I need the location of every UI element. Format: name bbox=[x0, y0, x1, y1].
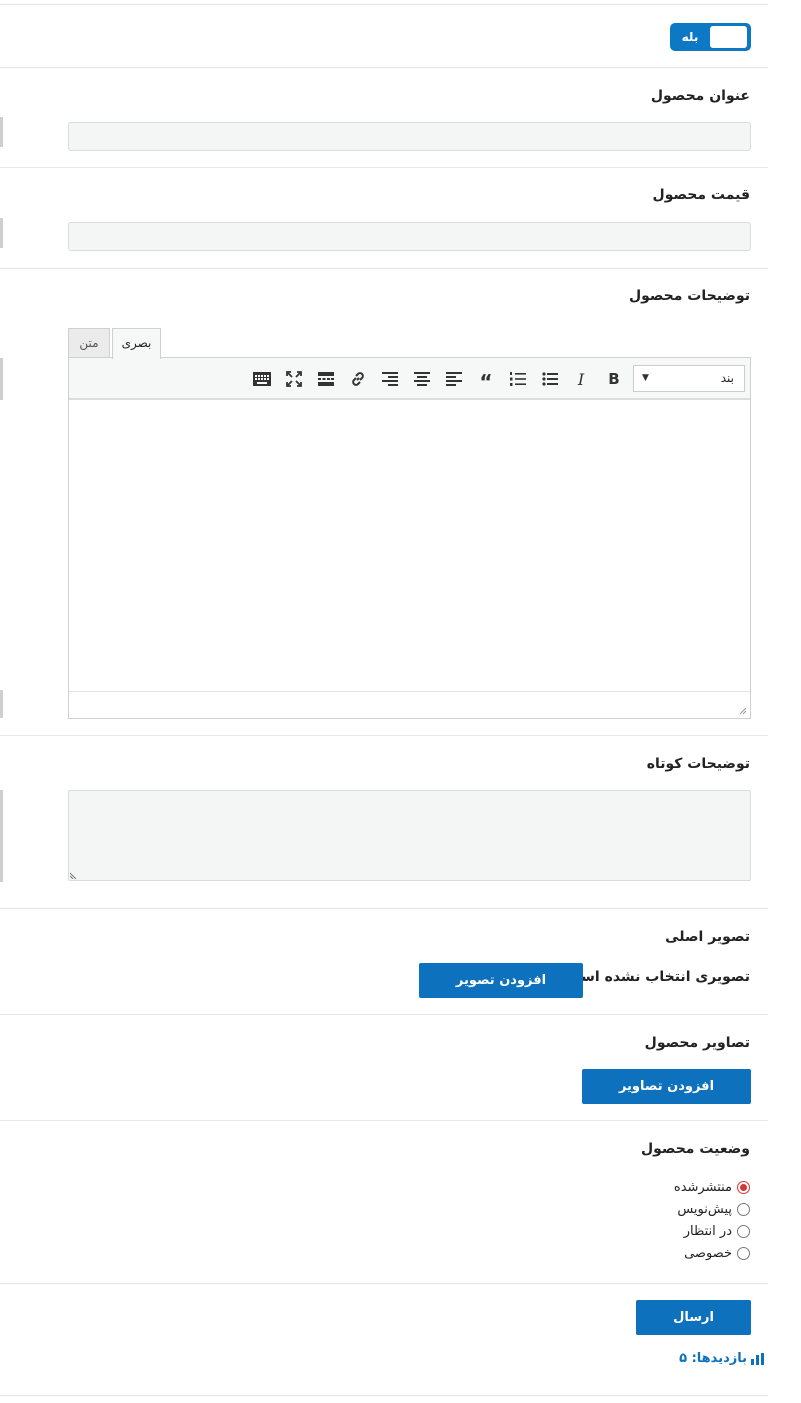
divider bbox=[0, 1014, 768, 1015]
edge-marker bbox=[0, 218, 3, 248]
radio[interactable] bbox=[737, 1202, 750, 1216]
product-status-label: وضعیت محصول bbox=[640, 1141, 750, 1157]
divider bbox=[0, 167, 768, 168]
editor-statusbar bbox=[69, 691, 750, 718]
short-description-textarea[interactable] bbox=[68, 790, 751, 881]
fullscreen-icon[interactable] bbox=[282, 367, 306, 391]
divider bbox=[0, 1120, 768, 1121]
short-description-label: توضیحات کوتاه bbox=[646, 756, 750, 772]
tab-visual[interactable]: بصری bbox=[112, 328, 161, 359]
edge-marker bbox=[0, 358, 3, 400]
radio-checked[interactable] bbox=[737, 1180, 750, 1194]
add-images-button[interactable]: افزودن تصاویر bbox=[582, 1069, 751, 1104]
description-editor: بند ▼ B I “ bbox=[68, 357, 751, 719]
product-title-label: عنوان محصول bbox=[650, 88, 750, 104]
no-image-status: تصویری انتخاب نشده است bbox=[566, 969, 750, 985]
product-price-label: قیمت محصول bbox=[652, 187, 750, 203]
divider bbox=[0, 4, 768, 5]
resize-handle-icon[interactable] bbox=[737, 705, 747, 715]
add-image-button[interactable]: افزودن تصویر bbox=[419, 963, 583, 998]
editor-toolbar: بند ▼ B I “ bbox=[69, 358, 750, 400]
views-text: بازدیدها: ۵ bbox=[679, 1351, 747, 1366]
views-counter: بازدیدها: ۵ bbox=[679, 1351, 764, 1366]
link-icon[interactable] bbox=[346, 367, 370, 391]
align-right-icon[interactable] bbox=[378, 367, 402, 391]
format-select-value: بند bbox=[720, 371, 734, 385]
toggle-label: بله bbox=[681, 30, 699, 44]
align-center-icon[interactable] bbox=[410, 367, 434, 391]
divider bbox=[0, 67, 768, 68]
divider bbox=[0, 1395, 768, 1396]
blockquote-icon[interactable]: “ bbox=[474, 367, 498, 392]
align-left-icon[interactable] bbox=[442, 367, 466, 391]
status-option-label: پیش‌نویس bbox=[677, 1201, 732, 1217]
tab-text[interactable]: متن bbox=[68, 328, 110, 358]
editor-content-area[interactable] bbox=[69, 402, 750, 692]
status-option-label: منتشرشده bbox=[673, 1179, 732, 1195]
status-option-draft[interactable]: پیش‌نویس bbox=[677, 1200, 750, 1218]
product-description-label: توضیحات محصول bbox=[628, 288, 750, 304]
bar-chart-icon bbox=[751, 1352, 764, 1365]
toolbar-toggle-icon[interactable] bbox=[250, 367, 274, 391]
toggle-knob[interactable] bbox=[710, 26, 747, 48]
submit-button[interactable]: ارسال bbox=[636, 1300, 751, 1335]
enable-toggle[interactable]: بله bbox=[670, 23, 751, 51]
divider bbox=[0, 735, 768, 736]
chevron-down-icon: ▼ bbox=[642, 373, 649, 383]
radio[interactable] bbox=[737, 1246, 750, 1260]
edge-marker bbox=[0, 117, 3, 147]
divider bbox=[0, 908, 768, 909]
main-image-label: تصویر اصلی bbox=[665, 929, 750, 945]
status-option-published[interactable]: منتشرشده bbox=[674, 1178, 750, 1196]
status-option-pending[interactable]: در انتظار bbox=[684, 1222, 750, 1240]
numbered-list-icon[interactable] bbox=[506, 367, 530, 391]
bold-icon[interactable]: B bbox=[602, 367, 626, 391]
read-more-icon[interactable] bbox=[314, 367, 338, 391]
bullet-list-icon[interactable] bbox=[538, 367, 562, 391]
status-option-label: خصوصی bbox=[684, 1245, 732, 1261]
italic-icon[interactable]: I bbox=[569, 367, 593, 391]
divider bbox=[0, 1283, 768, 1284]
edge-marker bbox=[0, 790, 3, 882]
product-title-input[interactable] bbox=[68, 122, 751, 151]
divider bbox=[0, 268, 768, 269]
radio[interactable] bbox=[737, 1224, 750, 1238]
edge-marker bbox=[0, 690, 3, 718]
product-gallery-label: تصاویر محصول bbox=[644, 1035, 750, 1051]
status-option-private[interactable]: خصوصی bbox=[684, 1244, 750, 1262]
status-option-label: در انتظار bbox=[683, 1223, 732, 1239]
product-price-input[interactable] bbox=[68, 222, 751, 251]
resize-handle-icon[interactable] bbox=[70, 871, 78, 879]
format-select[interactable]: بند ▼ bbox=[633, 365, 745, 392]
